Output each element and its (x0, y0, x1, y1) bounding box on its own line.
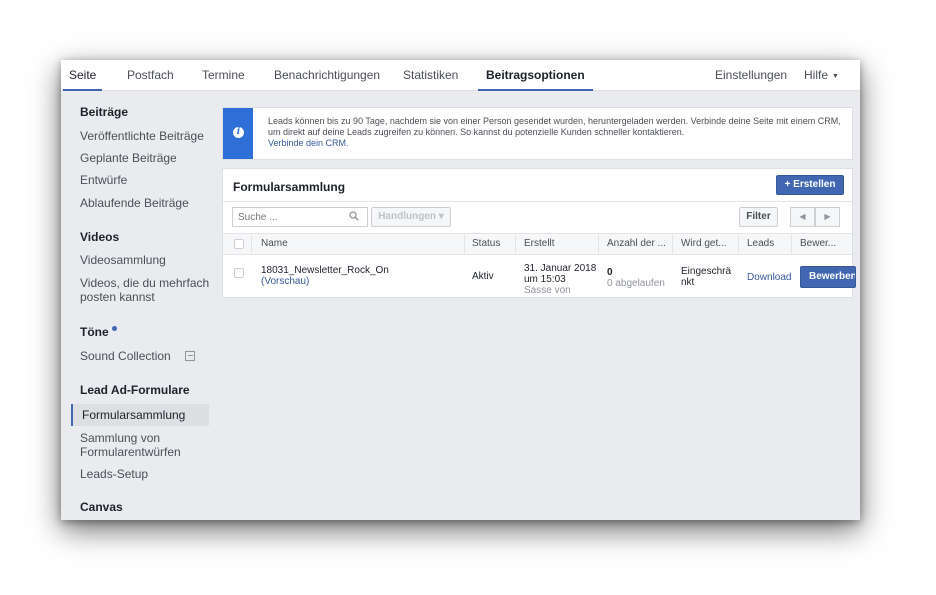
actions-dropdown[interactable]: Handlungen ▾ (371, 207, 451, 227)
column-divider (598, 233, 599, 255)
info-icon: i (233, 127, 244, 138)
preview-link[interactable]: Vorschau (264, 276, 306, 287)
sidebar-heading-sounds: Töne (80, 325, 117, 339)
sidebar-item-scheduled-posts[interactable]: Geplante Beiträge (80, 151, 210, 165)
column-header-used[interactable]: Wird get... (681, 234, 727, 254)
tab-help[interactable]: Hilfe ▼ (804, 60, 839, 91)
sidebar-item-sound-collection-label: Sound Collection (80, 349, 171, 363)
column-header-leads[interactable]: Leads (747, 234, 774, 254)
sidebar-heading-canvas: Canvas (80, 500, 123, 514)
tab-settings[interactable]: Einstellungen (715, 60, 787, 91)
preview-close-paren: ) (306, 276, 310, 287)
sidebar-heading-posts: Beiträge (80, 105, 129, 119)
sidebar-item-video-library[interactable]: Videosammlung (80, 253, 210, 267)
form-count: 0 0 abgelaufen (607, 267, 665, 289)
sidebar-heading-lead-ads: Lead Ad-Formulare (80, 383, 190, 397)
created-date: 31. Januar 2018 (524, 263, 597, 274)
sidebar-heading-sounds-label: Töne (80, 325, 109, 339)
form-status: Aktiv (472, 271, 494, 282)
sidebar-item-leads-setup[interactable]: Leads-Setup (80, 467, 210, 481)
create-button[interactable]: + Erstellen (776, 175, 844, 195)
help-label: Hilfe (804, 68, 829, 82)
top-nav: Seite Postfach Termine Benachrichtigunge… (61, 60, 860, 91)
search-icon (349, 211, 359, 221)
select-all-checkbox[interactable] (234, 239, 244, 249)
download-leads-link[interactable]: Download (747, 272, 791, 283)
tab-insights[interactable]: Statistiken (403, 60, 458, 91)
created-time: um 15:03 (524, 274, 566, 285)
form-leads: Download (747, 272, 791, 283)
form-name-text[interactable]: 18031_Newsletter_Rock_On (261, 265, 389, 276)
column-divider (464, 233, 465, 255)
used-line-1: Eingeschrä (681, 266, 732, 277)
sidebar-item-sound-collection[interactable]: Sound Collection (80, 349, 210, 363)
column-header-name[interactable]: Name (261, 234, 288, 254)
sidebar-item-published-posts[interactable]: Veröffentlichte Beiträge (80, 129, 210, 143)
created-by: Sasse von (524, 285, 571, 296)
count-expired: 0 abgelaufen (607, 278, 665, 289)
column-divider (515, 233, 516, 255)
column-divider (738, 233, 739, 255)
table-header: Name Status Erstellt Anzahl der ... Wird… (223, 233, 852, 255)
crm-info-banner: i Leads können bis zu 90 Tage, nachdem s… (222, 107, 853, 160)
tab-notifications[interactable]: Benachrichtigungen (274, 60, 380, 91)
tab-inbox[interactable]: Postfach (127, 60, 174, 91)
column-divider (791, 233, 792, 255)
chevron-right-icon[interactable]: ▶ (815, 207, 840, 227)
row-checkbox[interactable] (234, 268, 244, 278)
sidebar-item-draft-forms-library[interactable]: Sammlung von Formularentwürfen (80, 431, 210, 459)
external-link-icon (184, 351, 195, 361)
form-used: Eingeschrä nkt (681, 266, 731, 288)
app-window: Seite Postfach Termine Benachrichtigunge… (61, 60, 860, 520)
new-dot-icon (111, 326, 117, 331)
info-band: i (223, 108, 253, 159)
info-message: Leads können bis zu 90 Tage, nachdem sie… (268, 116, 841, 137)
form-created: 31. Januar 2018 um 15:03 Sasse von (524, 263, 596, 296)
tab-events[interactable]: Termine (202, 60, 245, 91)
connect-crm-link[interactable]: Verbinde dein CRM. (268, 138, 349, 148)
column-header-created[interactable]: Erstellt (524, 234, 555, 254)
sidebar: Beiträge Veröffentlichte Beiträge Geplan… (61, 91, 211, 520)
form-name: 18031_Newsletter_Rock_On (Vorschau) (261, 265, 389, 287)
search-input[interactable] (232, 207, 368, 227)
sidebar-item-forms-library[interactable]: Formularsammlung (71, 404, 209, 426)
used-line-2: nkt (681, 277, 695, 288)
filter-button[interactable]: Filter (739, 207, 778, 227)
tab-page[interactable]: Seite (62, 60, 103, 91)
promote-button[interactable]: Bewerben (800, 266, 856, 288)
chevron-down-icon: ▼ (832, 73, 839, 80)
info-text: Leads können bis zu 90 Tage, nachdem sie… (268, 116, 848, 149)
count-value: 0 (607, 267, 613, 278)
divider (223, 201, 852, 202)
column-divider (672, 233, 673, 255)
column-header-count[interactable]: Anzahl der ... (607, 234, 666, 254)
panel-title: Formularsammlung (233, 180, 346, 194)
sidebar-heading-videos: Videos (80, 230, 120, 244)
column-header-status[interactable]: Status (472, 234, 500, 254)
tab-publishing-tools[interactable]: Beitragsoptionen (478, 60, 593, 91)
chevron-left-icon[interactable]: ◀ (790, 207, 815, 227)
column-divider (251, 233, 252, 255)
forms-library-panel: Formularsammlung + Erstellen Handlungen … (222, 168, 856, 298)
sidebar-item-crossposted-videos[interactable]: Videos, die du mehrfach posten kannst (80, 276, 210, 304)
column-header-promote[interactable]: Bewer... (800, 234, 836, 254)
sidebar-item-expiring-posts[interactable]: Ablaufende Beiträge (80, 196, 210, 210)
sidebar-item-drafts[interactable]: Entwürfe (80, 173, 210, 187)
